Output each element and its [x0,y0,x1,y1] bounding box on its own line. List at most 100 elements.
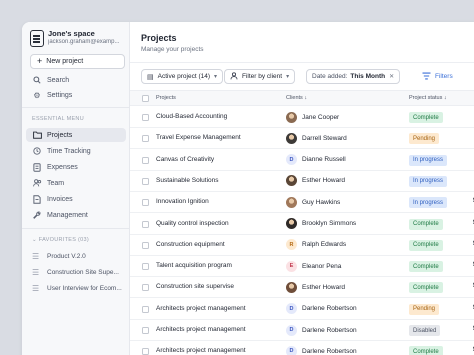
sidebar-item-label: Management [47,211,88,219]
row-checkbox[interactable] [142,284,149,292]
active-project-filter[interactable]: ▤ Active project (14) ▾ [141,69,224,84]
client-name: Darlene Robertson [302,326,357,334]
sidebar-item-label: Expenses [47,163,78,171]
project-name[interactable]: Talent acquisition program [156,262,232,269]
row-checkbox[interactable] [142,327,149,334]
status-badge: Complete [409,261,443,273]
sidebar-item-management[interactable]: Management [26,208,126,222]
date-added-prefix: Date added: [312,73,348,80]
table-row[interactable]: Architects project management D Darlene Ro… [130,299,474,320]
favourite-item[interactable]: ☰ Construction Site Supe... [26,265,126,279]
row-checkbox[interactable] [142,263,149,271]
workspace-name: Jone's space [48,29,95,38]
receipt-icon [32,162,42,172]
status-badge: Complete [409,282,443,294]
select-all-checkbox[interactable] [142,95,149,102]
project-name[interactable]: Architects project management [156,347,246,354]
date-added-filter[interactable]: Date added: This Month ✕ [306,69,401,84]
client-cell: Jane Cooper [286,111,339,123]
project-name[interactable]: Architects project management [156,326,246,333]
avatar: D [286,324,297,336]
column-header-status[interactable]: Project status ↓ [409,95,447,101]
chevron-down-icon: ▾ [214,74,218,80]
arrow-down-icon: ↓ [443,95,447,101]
status-badge: Complete [409,239,443,251]
favourite-item[interactable]: ☰ User Interview for Ecom... [26,281,126,295]
avatar [286,196,297,208]
client-name: Darlene Robertson [302,305,357,313]
client-name: Jane Cooper [302,113,340,121]
project-name[interactable]: Sustainable Solutions [156,177,219,184]
chevron-down-icon: ▾ [286,74,290,80]
sidebar-item-settings[interactable]: ⚙ Settings [26,88,126,102]
row-checkbox[interactable] [142,241,149,249]
table-row[interactable]: Talent acquisition program E Eleanor Pena C… [130,256,474,278]
project-name[interactable]: Canvas of Creativity [156,156,214,163]
table-row[interactable]: Travel Expense Management Darrell Steward… [130,128,474,150]
table-header: Projects Clients ↓ Project status ↓ [130,90,474,106]
table-row[interactable]: Construction equipment R Ralph Edwards Comp… [130,235,474,256]
table-row[interactable]: Sustainable Solutions Esther Howard In pro… [130,171,474,192]
client-cell: D Darlene Robertson [286,345,357,355]
plus-icon: + [37,56,43,66]
avatar: D [286,154,297,166]
avatar [286,281,297,293]
client-cell: Brooklyn Simmons [286,218,356,230]
row-checkbox[interactable] [142,156,149,164]
client-name: Esther Howard [302,283,345,291]
client-cell: Darrell Steward [286,132,347,144]
new-project-button[interactable]: + New project [30,54,125,69]
row-checkbox[interactable] [142,135,149,143]
filter-icon [422,72,431,82]
table-row[interactable]: Innovation Ignition Guy Hawkins In progres… [130,192,474,214]
page-title: Projects [141,33,177,43]
column-header-clients[interactable]: Clients ↓ [286,95,307,101]
row-checkbox[interactable] [142,305,149,313]
clock-icon [32,146,42,156]
avatar [286,111,297,123]
main-content: Projects Manage your projects ▤ Active p… [130,22,474,355]
avatar: D [286,345,297,355]
project-name[interactable]: Cloud-Based Accounting [156,113,227,120]
project-name[interactable]: Travel Expense Management [156,134,241,141]
table-row[interactable]: Canvas of Creativity D Dianne Russell In pr… [130,150,474,171]
sidebar-item-time-tracking[interactable]: Time Tracking [26,144,126,158]
status-badge: In progress [409,154,448,166]
divider [22,107,130,108]
row-checkbox[interactable] [142,114,149,121]
folder-icon [32,130,42,140]
table-row[interactable]: Construction site supervise Esther Howard… [130,277,474,299]
wrench-icon [32,210,42,220]
sidebar-item-team[interactable]: Team [26,176,126,190]
table-row[interactable]: Quality control inspection Brooklyn Simmo… [130,214,474,235]
client-cell: Esther Howard [286,175,345,187]
row-checkbox[interactable] [142,199,149,207]
project-name[interactable]: Construction site supervise [156,283,234,290]
status-badge: Complete [409,112,443,123]
favourite-item[interactable]: ☰ Product V.2.0 [26,249,126,263]
divider [130,62,474,63]
table-row[interactable]: Architects project management D Darlene Ro… [130,341,474,355]
status-header-label: Project status [409,95,443,101]
workspace-switcher[interactable]: Jone's space jackson.graham@examp... [30,29,126,51]
sidebar-item-invoices[interactable]: Invoices [26,192,126,206]
project-name[interactable]: Quality control inspection [156,220,229,227]
sidebar-item-expenses[interactable]: Expenses [26,160,126,174]
project-name[interactable]: Construction equipment [156,241,225,248]
sidebar-item-projects[interactable]: Projects [26,128,126,142]
client-cell: E Eleanor Pena [286,260,341,272]
clients-header-label: Clients [286,95,303,101]
client-filter[interactable]: Filter by client ▾ [224,69,296,84]
close-icon[interactable]: ✕ [389,73,394,80]
table-row[interactable]: Architects project management D Darlene Ro… [130,320,474,341]
project-name[interactable]: Innovation Ignition [156,198,209,205]
project-name[interactable]: Architects project management [156,305,246,312]
row-checkbox[interactable] [142,177,149,185]
row-checkbox[interactable] [142,348,149,355]
column-header-projects[interactable]: Projects [156,95,176,101]
row-checkbox[interactable] [142,220,149,228]
workspace-icon [30,30,44,47]
filters-button[interactable]: Filters [422,69,453,84]
sidebar-item-search[interactable]: Search [26,73,126,87]
table-row[interactable]: Cloud-Based Accounting Jane Cooper Complet… [130,107,474,128]
